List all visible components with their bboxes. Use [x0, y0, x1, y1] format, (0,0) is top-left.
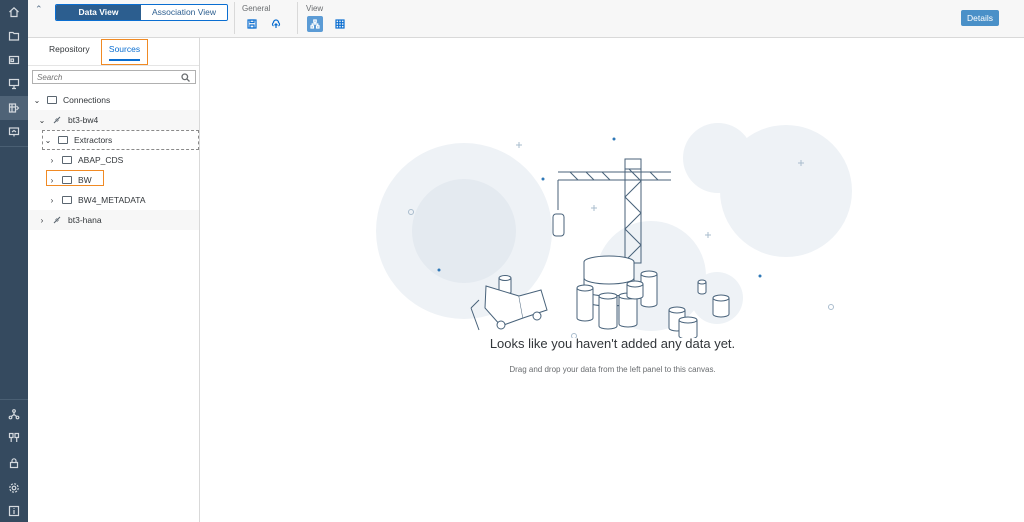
chevron-right-icon[interactable]: ›	[48, 196, 56, 205]
tree-view-button[interactable]	[307, 16, 323, 32]
tree-node-label: bt3-bw4	[68, 115, 99, 125]
nav-spaces[interactable]	[0, 48, 28, 72]
info-icon	[8, 505, 20, 517]
settings-icon	[9, 483, 19, 493]
tree-node-label: Connections	[63, 95, 111, 105]
chevron-right-icon[interactable]: ›	[38, 216, 46, 225]
view-group-label: View	[306, 4, 324, 13]
tab-sources[interactable]: Sources	[101, 39, 148, 65]
tree-node-bt3-bw4[interactable]: ⌄ bt3-bw4	[28, 110, 199, 130]
tree-node-label: bt3-hana	[68, 215, 102, 225]
tree-node-connections[interactable]: ⌄ Connections	[28, 90, 199, 110]
toolbar-divider	[297, 2, 298, 34]
association-view-button[interactable]: Association View	[141, 5, 227, 20]
collapse-chevron-up-icon[interactable]: ⌃	[35, 4, 45, 14]
nav-stories[interactable]	[0, 72, 28, 96]
search-input[interactable]	[33, 71, 173, 83]
view-toggle: Data View Association View	[55, 4, 228, 21]
folder-icon	[62, 156, 72, 164]
details-button[interactable]: Details	[961, 10, 999, 26]
folder-icon	[62, 196, 72, 204]
nav-info[interactable]	[0, 499, 28, 522]
nav-home[interactable]	[0, 0, 28, 24]
folder-icon	[58, 136, 68, 144]
nav-connections[interactable]	[0, 426, 28, 450]
grid-icon	[335, 19, 345, 29]
model-canvas[interactable]: Looks like you haven't added any data ye…	[201, 38, 1024, 522]
folder-icon	[47, 96, 57, 104]
tree-node-bw[interactable]: › BW	[28, 170, 199, 190]
tree-node-label: BW4_METADATA	[78, 195, 146, 205]
nav-network[interactable]	[0, 402, 28, 426]
monitor-icon	[8, 127, 20, 137]
lock-icon	[9, 458, 19, 469]
nav-data-builder[interactable]	[0, 96, 28, 120]
hierarchy-icon	[310, 19, 320, 29]
data-view-button[interactable]: Data View	[56, 5, 141, 20]
save-button[interactable]	[244, 16, 260, 32]
editor-toolbar: ⌃ Data View Association View General Vie…	[28, 0, 1024, 38]
tree-node-extractors[interactable]: ⌄ Extractors	[42, 130, 199, 150]
search-field	[32, 70, 196, 84]
rail-divider	[0, 399, 28, 400]
tree-node-label: Extractors	[74, 135, 113, 145]
tree-node-abap-cds[interactable]: › ABAP_CDS	[28, 150, 199, 170]
chevron-down-icon[interactable]: ⌄	[38, 116, 46, 125]
empty-state-illustration	[376, 123, 852, 338]
nav-business-builder[interactable]	[0, 120, 28, 144]
connection-icon	[52, 215, 62, 225]
home-icon	[9, 6, 19, 18]
folder-icon	[8, 31, 20, 41]
tree-node-bw4-metadata[interactable]: › BW4_METADATA	[28, 190, 199, 210]
shell-nav-rail	[0, 0, 28, 522]
table-view-button[interactable]	[332, 16, 348, 32]
nav-repository[interactable]	[0, 24, 28, 48]
rail-divider	[0, 146, 28, 147]
deploy-button[interactable]	[268, 16, 284, 32]
connection-icon	[52, 115, 62, 125]
tab-sources-label: Sources	[108, 44, 141, 54]
nav-settings[interactable]	[0, 476, 28, 500]
source-browser-panel: Repository Sources ⌄ Connections ⌄ bt3-b…	[28, 38, 200, 522]
nav-security[interactable]	[0, 451, 28, 475]
general-group-label: General	[242, 4, 271, 13]
network-icon	[8, 409, 20, 420]
search-icon[interactable]	[181, 73, 190, 82]
presentation-icon	[8, 78, 20, 90]
tree-node-bt3-hana[interactable]: › bt3-hana	[28, 210, 199, 230]
connections-icon	[8, 432, 20, 442]
empty-state-subtitle: Drag and drop your data from the left pa…	[509, 365, 716, 374]
chevron-down-icon[interactable]: ⌄	[33, 96, 41, 105]
tree-node-label: ABAP_CDS	[78, 155, 124, 165]
save-icon	[247, 19, 257, 29]
tab-repository[interactable]: Repository	[49, 44, 90, 54]
data-builder-icon	[8, 103, 20, 113]
chevron-down-icon[interactable]: ⌄	[44, 136, 52, 145]
id-card-icon	[8, 55, 20, 65]
upload-cloud-icon	[271, 19, 281, 28]
active-tab-indicator	[109, 59, 140, 61]
panel-tabs: Repository Sources	[28, 38, 199, 66]
empty-state-title: Looks like you haven't added any data ye…	[489, 336, 736, 351]
highlight-box	[46, 170, 104, 186]
chevron-right-icon[interactable]: ›	[48, 156, 56, 165]
toolbar-divider	[234, 2, 235, 34]
source-tree: ⌄ Connections ⌄ bt3-bw4 ⌄ Extractors › A…	[28, 90, 199, 230]
